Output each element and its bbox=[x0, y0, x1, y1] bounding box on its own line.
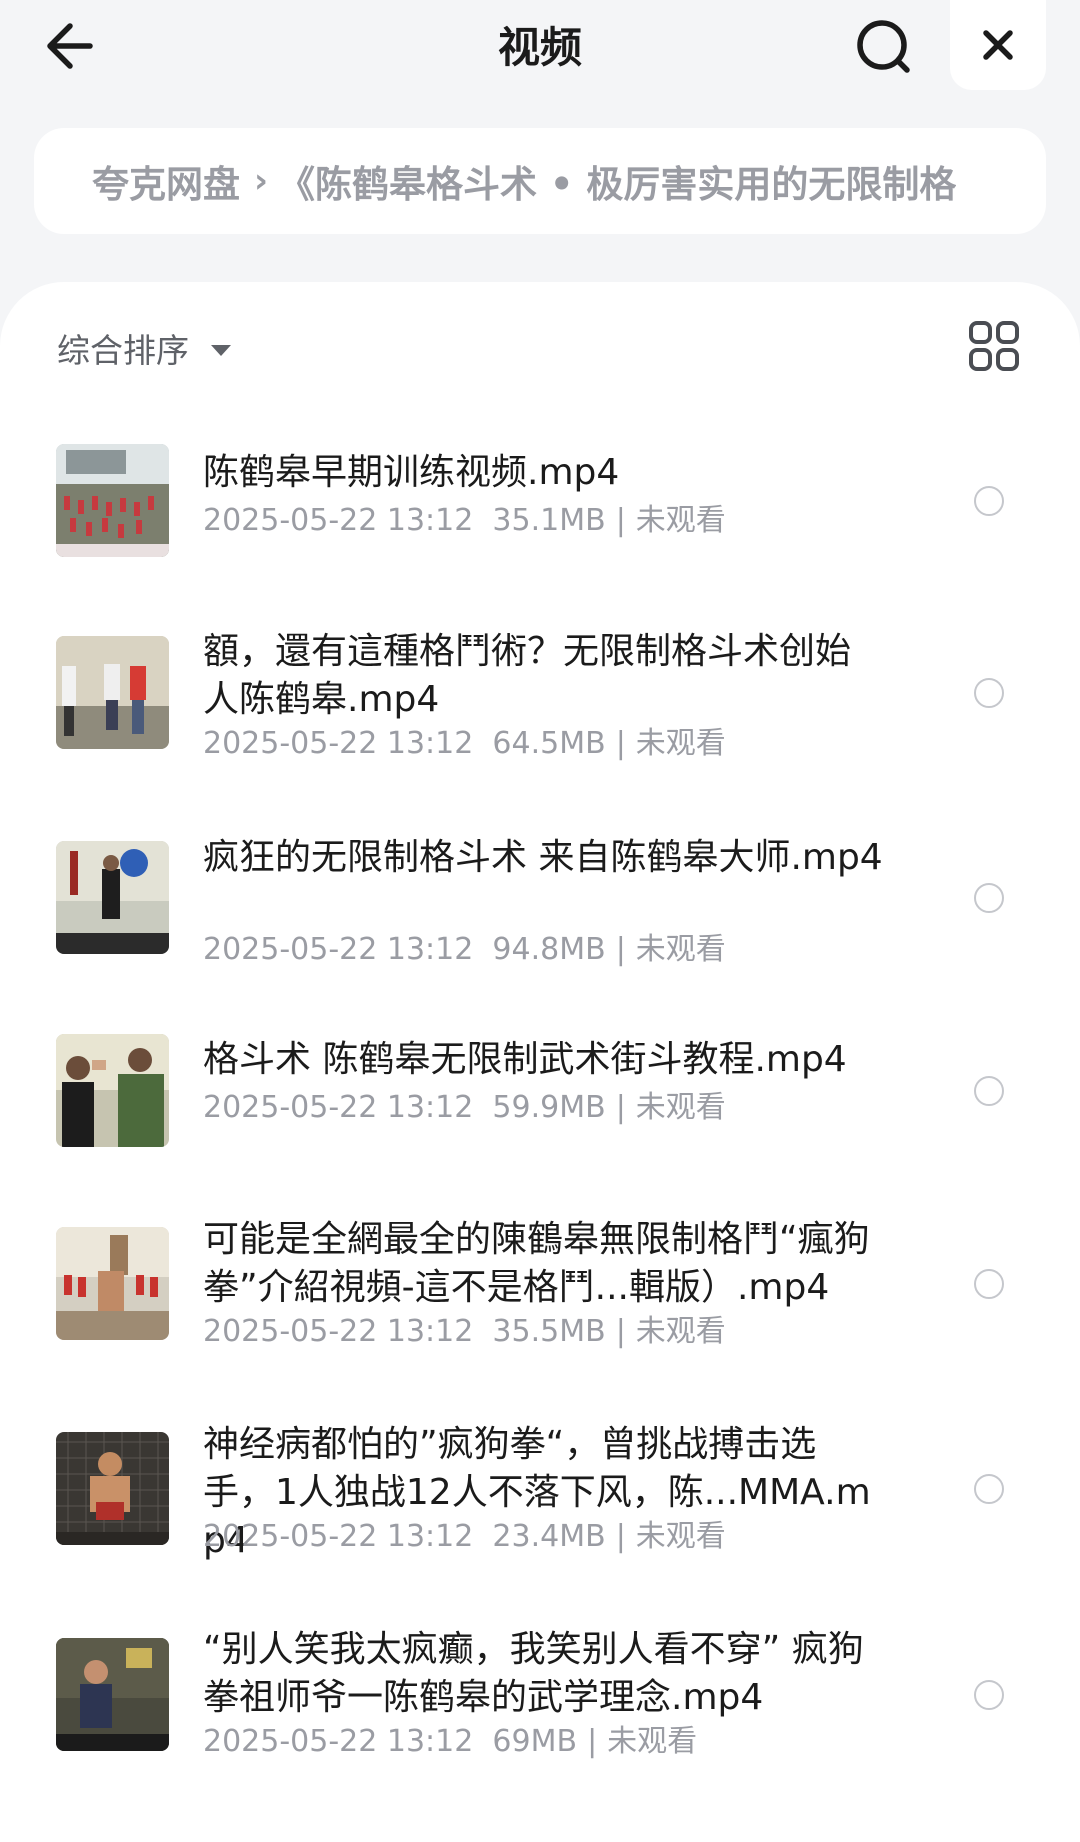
video-thumbnail bbox=[56, 636, 169, 749]
file-size: 35.1MB bbox=[492, 503, 606, 538]
file-meta: 2025-05-22 13:12 23.4MB | 未观看 bbox=[203, 1519, 726, 1554]
file-size: 35.5MB bbox=[492, 1314, 606, 1349]
select-radio[interactable] bbox=[974, 883, 1004, 913]
file-name: 格斗术 陈鹤皋无限制武术街斗教程.mp4 bbox=[203, 1039, 847, 1080]
list-item[interactable]: “别人笑我太疯癫，我笑别人看不穿” 疯狗拳祖师爷一陈鹤皋的武学理念.mp4 20… bbox=[0, 1626, 1080, 1766]
video-thumbnail bbox=[56, 1034, 169, 1147]
list-item[interactable]: 疯狂的无限制格斗术 来自陈鹤皋大师.mp4 2025-05-22 13:12 9… bbox=[0, 834, 1080, 974]
file-name: 額，還有這種格鬥術？无限制格斗术创始人陈鹤皋.mp4 bbox=[203, 631, 852, 720]
file-date: 2025-05-22 13:12 bbox=[203, 726, 474, 761]
watch-status: 未观看 bbox=[607, 1724, 698, 1759]
select-radio[interactable] bbox=[974, 1680, 1004, 1710]
watch-status: 未观看 bbox=[635, 1090, 726, 1125]
video-thumbnail bbox=[56, 1432, 169, 1545]
close-button[interactable] bbox=[950, 0, 1046, 90]
select-radio[interactable] bbox=[974, 1474, 1004, 1504]
caret-down-icon bbox=[211, 344, 231, 356]
list-item[interactable]: 可能是全網最全的陳鶴皋無限制格鬥“瘋狗拳”介紹視頻-這不是格鬥...輯版）.mp… bbox=[0, 1216, 1080, 1356]
file-date: 2025-05-22 13:12 bbox=[203, 932, 474, 967]
watch-status: 未观看 bbox=[635, 503, 726, 538]
file-meta: 2025-05-22 13:12 35.1MB | 未观看 bbox=[203, 503, 726, 538]
file-meta: 2025-05-22 13:12 59.9MB | 未观看 bbox=[203, 1090, 726, 1125]
file-meta: 2025-05-22 13:12 94.8MB | 未观看 bbox=[203, 932, 726, 967]
video-thumbnail bbox=[56, 1638, 169, 1751]
close-icon bbox=[983, 30, 1013, 60]
select-radio[interactable] bbox=[974, 678, 1004, 708]
watch-status: 未观看 bbox=[635, 1314, 726, 1349]
list-item[interactable]: 陈鹤皋早期训练视频.mp4 2025-05-22 13:12 35.1MB | 未观… bbox=[0, 440, 1080, 570]
select-radio[interactable] bbox=[974, 1269, 1004, 1299]
watch-status: 未观看 bbox=[635, 932, 726, 967]
file-date: 2025-05-22 13:12 bbox=[203, 503, 474, 538]
list-item[interactable]: 神经病都怕的”疯狗拳“，曾挑战搏击选手，1人独战12人不落下风，陈...MMA.… bbox=[0, 1421, 1080, 1561]
breadcrumb-current[interactable]: 《陈鹤皋格斗术 • 极厉害实用的无限制格 bbox=[278, 154, 956, 208]
file-size: 69MB bbox=[492, 1724, 578, 1759]
file-meta: 2025-05-22 13:12 35.5MB | 未观看 bbox=[203, 1314, 726, 1349]
file-name: “别人笑我太疯癫，我笑别人看不穿” 疯狗拳祖师爷一陈鹤皋的武学理念.mp4 bbox=[203, 1629, 864, 1718]
watch-status: 未观看 bbox=[635, 726, 726, 761]
back-button[interactable] bbox=[40, 16, 110, 76]
breadcrumb: 夸克网盘 › 《陈鹤皋格斗术 • 极厉害实用的无限制格 bbox=[34, 128, 1046, 234]
file-name: 疯狂的无限制格斗术 来自陈鹤皋大师.mp4 bbox=[203, 837, 883, 878]
sort-dropdown[interactable]: 综合排序 bbox=[57, 324, 231, 372]
file-meta: 2025-05-22 13:12 69MB | 未观看 bbox=[203, 1724, 698, 1759]
file-date: 2025-05-22 13:12 bbox=[203, 1724, 474, 1759]
select-radio[interactable] bbox=[974, 1076, 1004, 1106]
grid-view-icon bbox=[969, 321, 1019, 371]
watch-status: 未观看 bbox=[635, 1519, 726, 1554]
file-size: 23.4MB bbox=[492, 1519, 606, 1554]
list-item[interactable]: 額，還有這種格鬥術？无限制格斗术创始人陈鹤皋.mp4 2025-05-22 13… bbox=[0, 628, 1080, 768]
search-icon bbox=[857, 20, 910, 73]
sort-label: 综合排序 bbox=[57, 331, 189, 370]
video-thumbnail bbox=[56, 444, 169, 557]
video-thumbnail bbox=[56, 1227, 169, 1340]
video-thumbnail bbox=[56, 841, 169, 954]
arrow-left-icon bbox=[47, 23, 93, 69]
grid-view-toggle[interactable] bbox=[968, 320, 1020, 372]
file-size: 64.5MB bbox=[492, 726, 606, 761]
select-radio[interactable] bbox=[974, 486, 1004, 516]
file-date: 2025-05-22 13:12 bbox=[203, 1090, 474, 1125]
file-date: 2025-05-22 13:12 bbox=[203, 1314, 474, 1349]
breadcrumb-separator: › bbox=[254, 161, 269, 201]
search-button[interactable] bbox=[850, 16, 920, 80]
file-name: 可能是全網最全的陳鶴皋無限制格鬥“瘋狗拳”介紹視頻-這不是格鬥...輯版）.mp… bbox=[203, 1219, 870, 1308]
file-name: 陈鹤皋早期训练视频.mp4 bbox=[203, 452, 620, 493]
breadcrumb-root[interactable]: 夸克网盘 bbox=[92, 154, 240, 208]
file-meta: 2025-05-22 13:12 64.5MB | 未观看 bbox=[203, 726, 726, 761]
file-date: 2025-05-22 13:12 bbox=[203, 1519, 474, 1554]
top-bar: 视频 bbox=[0, 0, 1080, 100]
file-size: 59.9MB bbox=[492, 1090, 606, 1125]
file-size: 94.8MB bbox=[492, 932, 606, 967]
list-item[interactable]: 格斗术 陈鹤皋无限制武术街斗教程.mp4 2025-05-22 13:12 59… bbox=[0, 1034, 1080, 1164]
